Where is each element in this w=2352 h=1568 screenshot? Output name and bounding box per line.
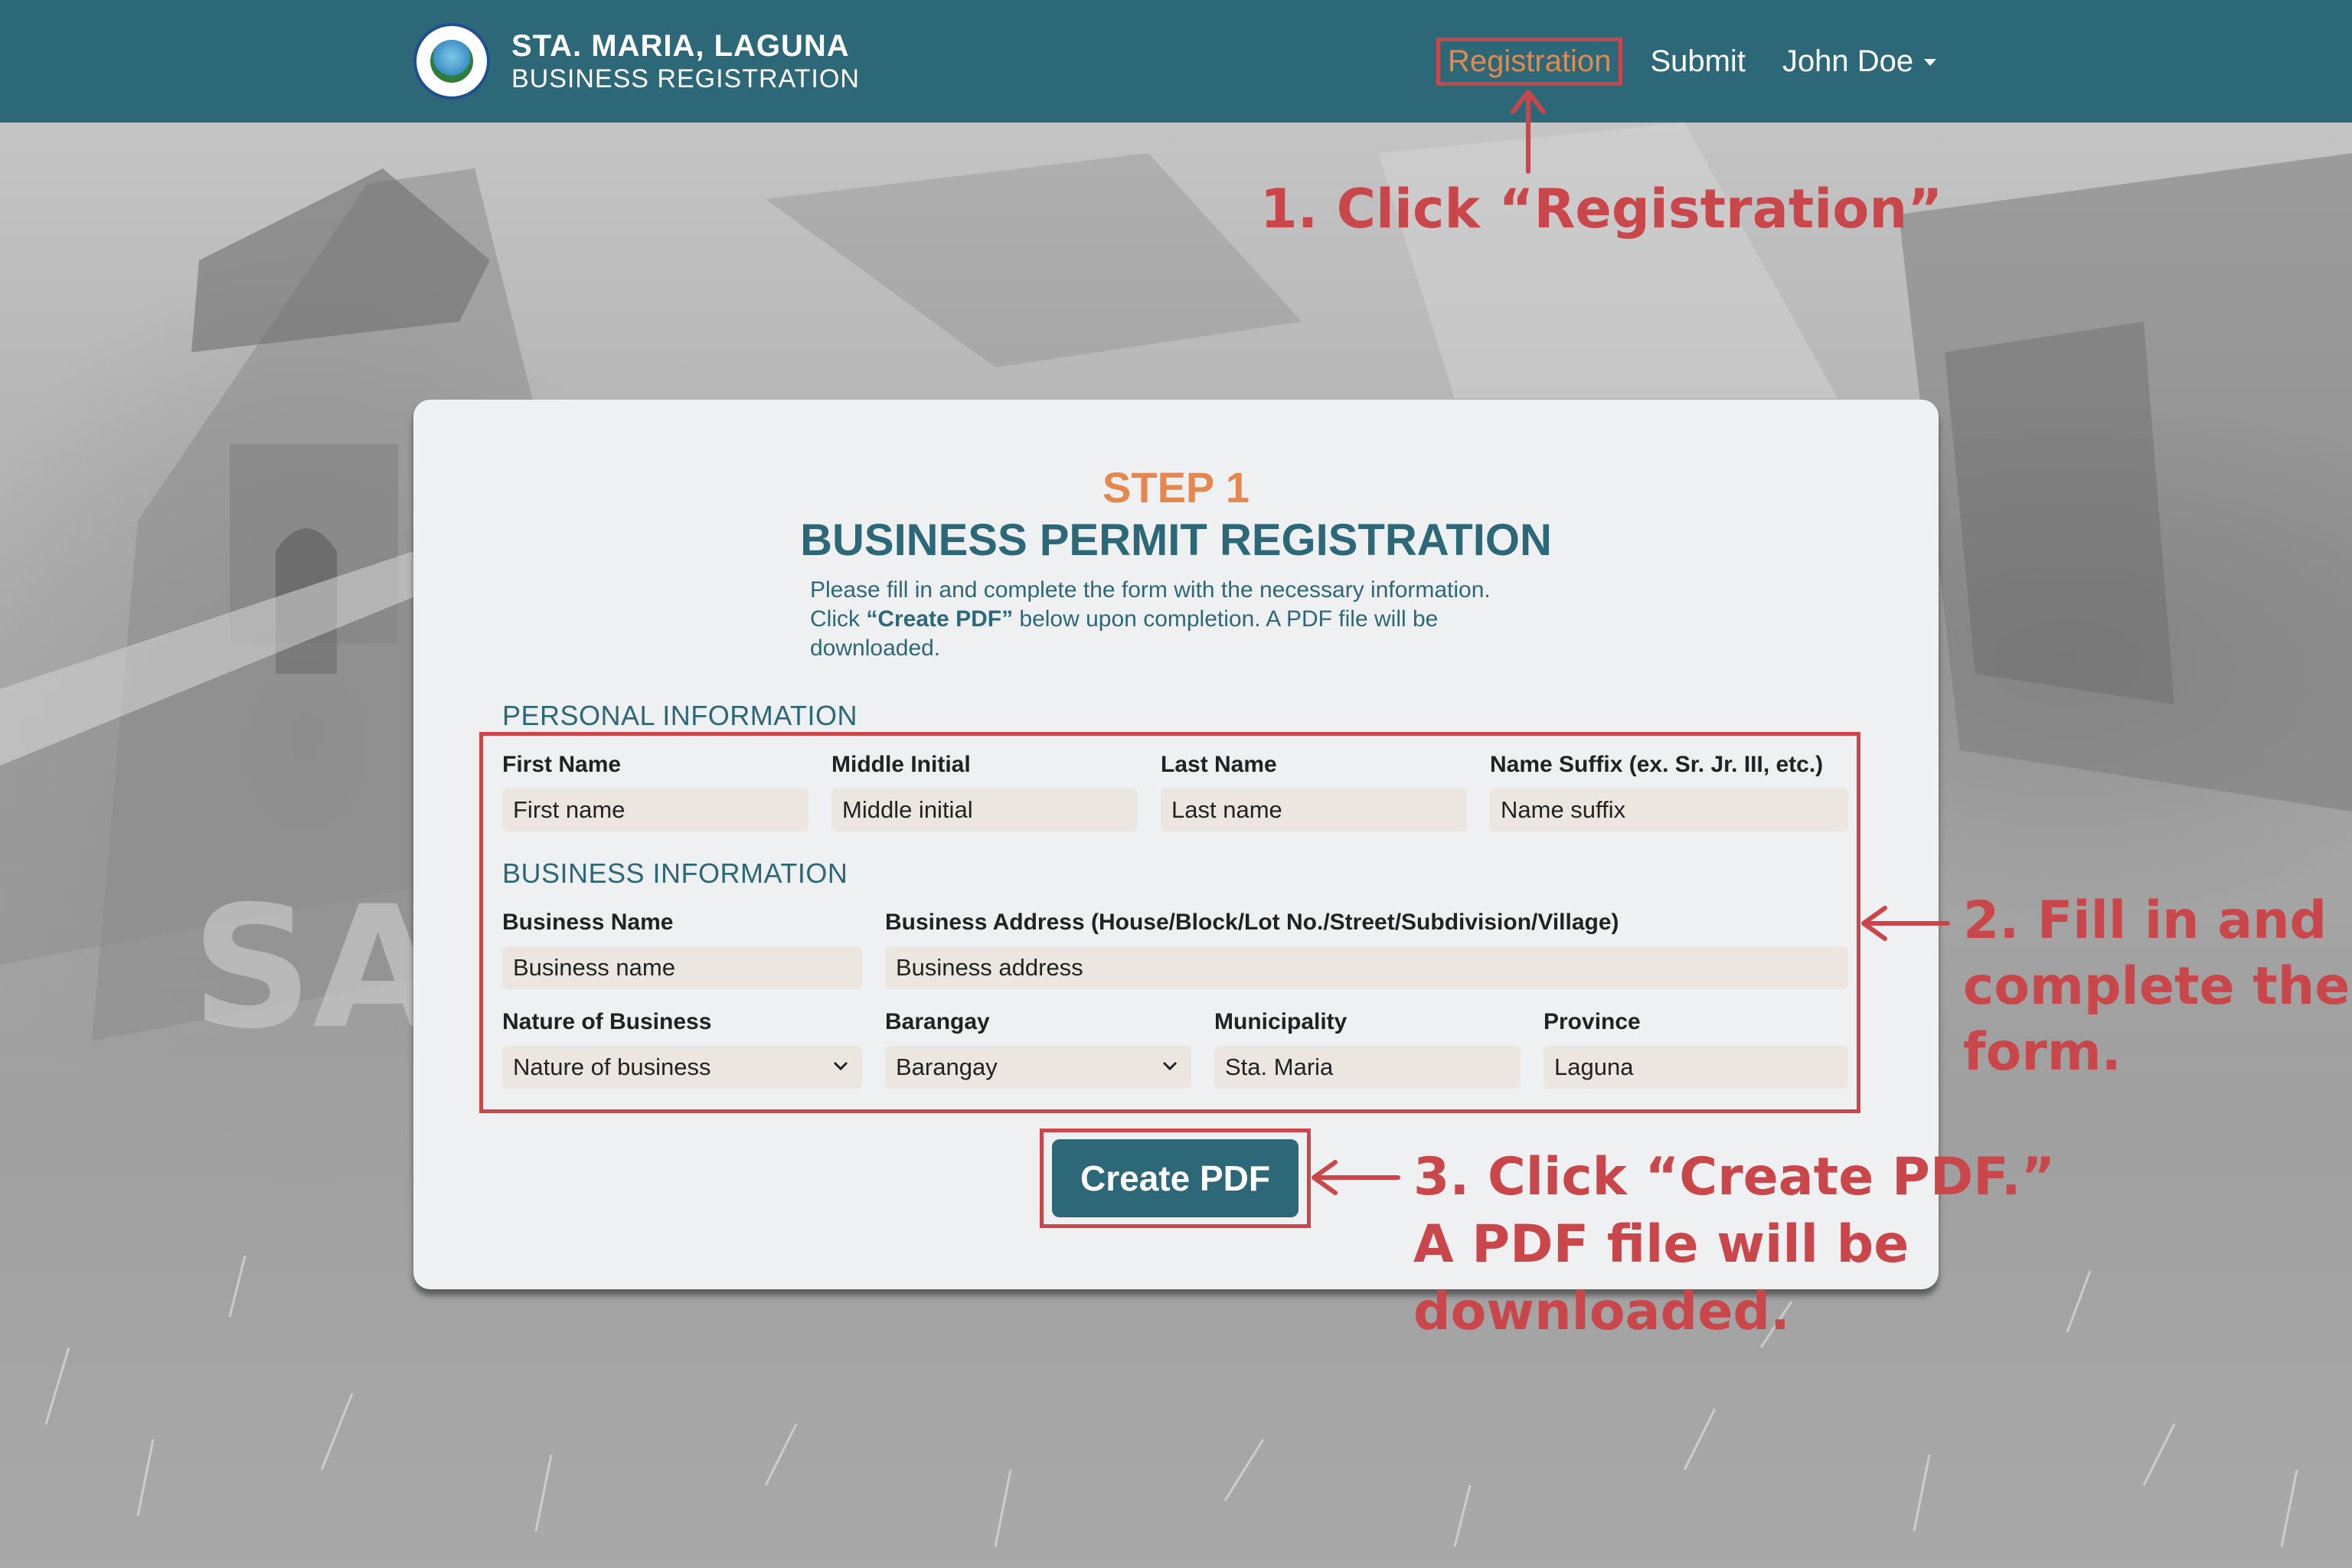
- annotation-step2-line1: 2. Fill in and: [1963, 890, 2328, 951]
- caret-down-icon: [1924, 59, 1937, 67]
- user-menu-dropdown[interactable]: John Doe: [1782, 44, 1937, 79]
- step-label: STEP 1: [1102, 463, 1250, 511]
- brand-title: STA. MARIA, LAGUNA: [511, 29, 850, 63]
- chevron-down-icon: [1162, 1061, 1178, 1071]
- nav-registration-link[interactable]: Registration: [1436, 37, 1623, 86]
- chevron-down-icon: [833, 1061, 848, 1071]
- nature-select-value: Nature of business: [513, 1054, 711, 1080]
- first-name-input[interactable]: First name: [502, 789, 808, 831]
- municipality-label: Municipality: [1214, 1009, 1348, 1034]
- municipal-seal-logo: [413, 23, 490, 100]
- business-info-heading: BUSINESS INFORMATION: [502, 858, 848, 889]
- annotation-step1: 1. Click “Registration”: [1260, 178, 1943, 240]
- top-navbar: STA. MARIA, LAGUNA BUSINESS REGISTRATION…: [0, 0, 2352, 122]
- municipality-input[interactable]: Sta. Maria: [1214, 1046, 1521, 1089]
- name-suffix-input[interactable]: Name suffix: [1490, 789, 1848, 831]
- desc-line1: Please fill in and complete the form wit…: [810, 577, 1491, 603]
- name-suffix-label: Name Suffix (ex. Sr. Jr. III, etc.): [1490, 752, 1824, 777]
- brand[interactable]: STA. MARIA, LAGUNA BUSINESS REGISTRATION: [413, 21, 860, 101]
- form-title: BUSINESS PERMIT REGISTRATION: [800, 515, 1552, 565]
- province-label: Province: [1544, 1009, 1641, 1034]
- barangay-select-value: Barangay: [896, 1054, 998, 1080]
- personal-info-heading: PERSONAL INFORMATION: [502, 700, 858, 731]
- nav-links: Registration Submit John Doe: [1436, 37, 1937, 86]
- annotation-step3-line3: downloaded.: [1413, 1282, 1790, 1342]
- svg-text:SA: SA: [191, 870, 443, 1066]
- form-description: Please fill in and complete the form wit…: [810, 576, 1560, 663]
- barangay-select[interactable]: Barangay: [885, 1046, 1191, 1089]
- nature-select[interactable]: Nature of business: [502, 1046, 862, 1089]
- annotation-step2: 2. Fill in and complete the form.: [1963, 888, 2350, 1086]
- barangay-label: Barangay: [885, 1009, 990, 1034]
- annotation-step3-line2: A PDF file will be: [1413, 1214, 1909, 1275]
- last-name-label: Last Name: [1161, 752, 1277, 777]
- nature-label: Nature of Business: [502, 1009, 712, 1034]
- last-name-input[interactable]: Last name: [1161, 789, 1467, 831]
- annotation-step3-line1: 3. Click “Create PDF.”: [1413, 1147, 2056, 1207]
- brand-subtitle: BUSINESS REGISTRATION: [511, 64, 860, 93]
- business-address-input[interactable]: Business address: [885, 946, 1848, 989]
- business-name-label: Business Name: [502, 910, 674, 935]
- middle-initial-input[interactable]: Middle initial: [831, 789, 1138, 831]
- desc-pre: Click: [810, 606, 867, 632]
- province-input[interactable]: Laguna: [1544, 1046, 1848, 1089]
- create-pdf-button[interactable]: Create PDF: [1052, 1139, 1298, 1217]
- desc-bold: “Create PDF”: [866, 606, 1014, 632]
- first-name-label: First Name: [502, 752, 622, 777]
- annotation-step2-line3: form.: [1963, 1022, 2122, 1083]
- user-name: John Doe: [1782, 44, 1914, 78]
- business-address-label: Business Address (House/Block/Lot No./St…: [885, 910, 1619, 935]
- business-name-input[interactable]: Business name: [502, 946, 862, 989]
- nav-submit-link[interactable]: Submit: [1650, 44, 1746, 79]
- middle-initial-label: Middle Initial: [831, 752, 971, 777]
- annotation-step2-line2: complete the: [1963, 956, 2350, 1017]
- annotation-step3: 3. Click “Create PDF.” A PDF file will b…: [1413, 1144, 2055, 1346]
